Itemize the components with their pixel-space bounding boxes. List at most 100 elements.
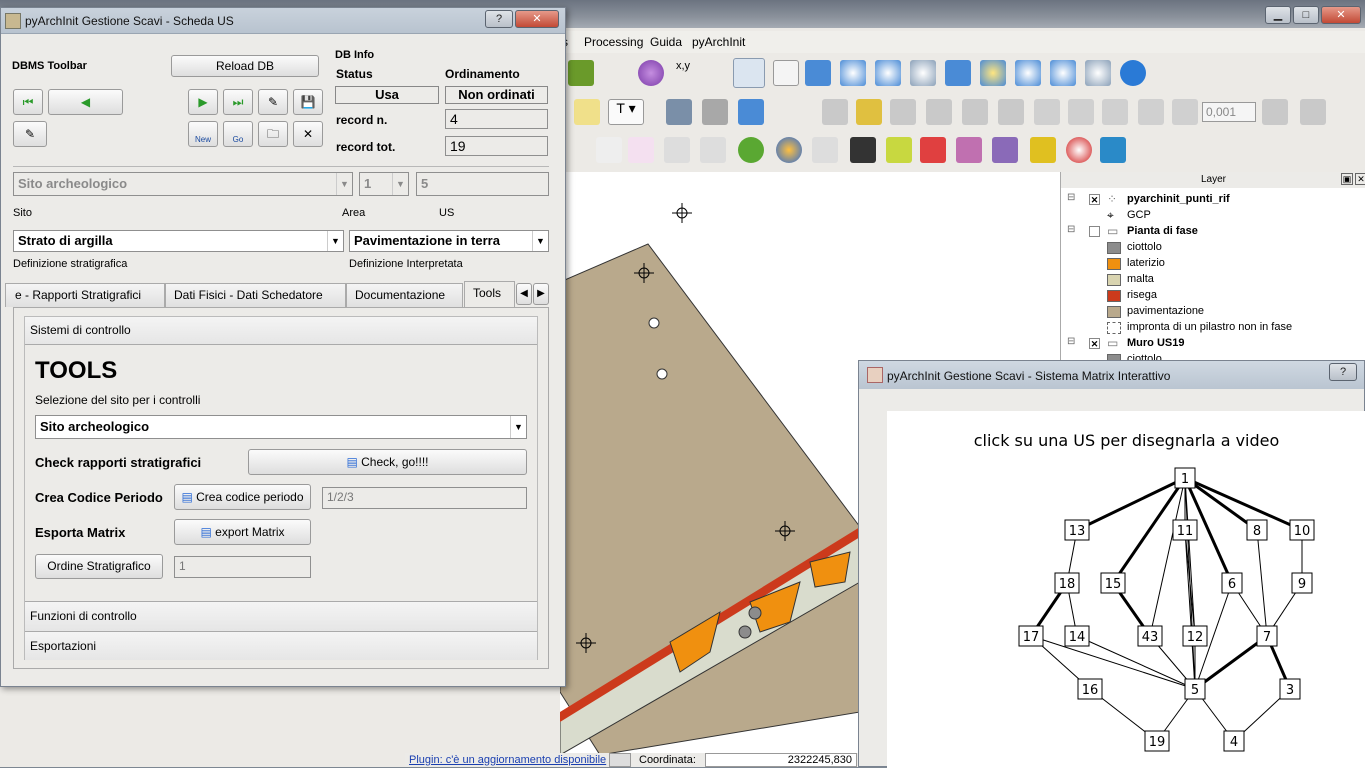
simplify-icon[interactable] — [1172, 99, 1198, 125]
close-panel-icon[interactable]: ✕ — [1355, 173, 1365, 185]
info-red-icon[interactable] — [1066, 137, 1092, 163]
crea-codice-button[interactable]: ▤ Crea codice periodo — [174, 484, 311, 510]
pan-hand-icon[interactable] — [773, 60, 799, 86]
info-globe-icon[interactable] — [776, 137, 802, 163]
zoom-full-icon[interactable] — [945, 60, 971, 86]
chevron-down-icon[interactable]: ▼ — [336, 173, 352, 195]
matrix-help-button[interactable]: ? — [1329, 363, 1357, 381]
delete-selected-icon[interactable] — [1034, 99, 1060, 125]
layer-properties-icon[interactable] — [666, 99, 692, 125]
matrix-node-us-13[interactable]: 13 — [1064, 519, 1090, 541]
tab-scroll-right-icon[interactable]: ▶ — [533, 283, 549, 305]
layer-item[interactable]: risega — [1065, 288, 1365, 304]
skeleton-icon[interactable] — [596, 137, 622, 163]
people-icon[interactable] — [664, 137, 690, 163]
save-edits-icon[interactable] — [890, 99, 916, 125]
tab-tools[interactable]: Tools — [464, 281, 515, 308]
edit-pencil-icon[interactable] — [822, 99, 848, 125]
matrix-node-us-4[interactable]: 4 — [1223, 730, 1245, 752]
gender-icon[interactable] — [628, 137, 654, 163]
digitize-icon[interactable] — [568, 60, 594, 86]
layer-item[interactable]: ⊟ ✕ ▭ Muro US19 — [1065, 336, 1365, 352]
ordine-field[interactable]: 1 — [174, 556, 311, 578]
matrix-node-us-16[interactable]: 16 — [1077, 678, 1103, 700]
save-icon[interactable]: 💾 — [293, 89, 323, 115]
chevron-down-icon[interactable]: ▼ — [510, 416, 526, 438]
delete-icon[interactable]: ✕ — [293, 121, 323, 147]
zoom-select-icon[interactable] — [733, 58, 765, 88]
matrix-node-us-43[interactable]: 43 — [1137, 625, 1163, 647]
curve-icon[interactable] — [812, 137, 838, 163]
export-matrix-button[interactable]: ▤ export Matrix — [174, 519, 311, 545]
minimize-button[interactable]: ▁ — [1265, 6, 1291, 24]
edit-record-icon[interactable]: ✎ — [258, 89, 288, 115]
layer-item[interactable]: ⌖ GCP — [1065, 208, 1365, 224]
add-feature-icon[interactable] — [702, 99, 728, 125]
split-icon[interactable] — [1300, 99, 1326, 125]
float-panel-icon[interactable]: ▣ — [1341, 173, 1353, 185]
layer-item[interactable]: pavimentazione — [1065, 304, 1365, 320]
tab-dati-fisici[interactable]: Dati Fisici - Dati Schedatore — [165, 283, 346, 307]
harris-matrix-graph[interactable]: 1 13 11 8 10 18 15 6 9 17 14 43 12 7 16 5 3 19 4 — [887, 411, 1365, 768]
matrix-node-us-19[interactable]: 19 — [1144, 730, 1170, 752]
matrix-node-us-5[interactable]: 5 — [1184, 678, 1206, 700]
matrix-node-us-8[interactable]: 8 — [1246, 519, 1268, 541]
package-icon[interactable] — [1100, 137, 1126, 163]
expand-icon[interactable]: ⊟ — [1067, 192, 1075, 203]
check-go-button[interactable]: ▤ Check, go!!!! — [248, 449, 527, 475]
report-icon[interactable]: ✎ — [13, 121, 47, 147]
layer-item[interactable]: ciottolo — [1065, 240, 1365, 256]
expand-icon[interactable]: ⊟ — [1067, 336, 1075, 347]
node-tool-icon[interactable] — [998, 99, 1024, 125]
tab-scroll-left-icon[interactable]: ◀ — [516, 283, 532, 305]
plugin-update-link[interactable]: Plugin: c'è un aggiornamento disponibile — [409, 754, 606, 766]
section-esportazioni-header[interactable]: Esportazioni — [25, 631, 537, 660]
folder-icon[interactable]: 🗀 — [258, 121, 288, 147]
chevron-down-icon[interactable]: ▼ — [532, 231, 548, 251]
next-record-icon[interactable]: ▶ — [188, 89, 218, 115]
matrix-node-us-15[interactable]: 15 — [1100, 572, 1126, 594]
database-icon[interactable] — [738, 99, 764, 125]
zoom-layer-icon[interactable] — [980, 60, 1006, 86]
zoom-selection-icon[interactable] — [1015, 60, 1041, 86]
pencil-icon[interactable] — [856, 99, 882, 125]
section-funzioni-header[interactable]: Funzioni di controllo — [25, 601, 537, 631]
record-tot-field[interactable]: 19 — [445, 136, 548, 156]
go-button[interactable]: Go — [223, 121, 253, 147]
document-icon[interactable] — [956, 137, 982, 163]
layer-visibility-checkbox[interactable] — [1089, 226, 1100, 237]
matrix-node-us-3[interactable]: 3 — [1279, 678, 1301, 700]
text-annotation-icon[interactable]: T ▾ — [608, 99, 644, 125]
zoom-in-icon[interactable] — [840, 60, 866, 86]
matrix-node-us-1[interactable]: 1 — [1174, 467, 1196, 489]
tolerance-input[interactable]: 0,001 — [1202, 102, 1256, 122]
matrix-node-us-14[interactable]: 14 — [1064, 625, 1090, 647]
coordinate-field[interactable]: 2322245,830 — [705, 753, 857, 767]
first-record-icon[interactable]: ⏮ — [13, 89, 43, 115]
prev-record-icon[interactable]: ◀ — [48, 89, 123, 115]
cursor-map-icon[interactable] — [886, 137, 912, 163]
refresh-icon[interactable] — [1120, 60, 1146, 86]
layer-visibility-checkbox[interactable]: ✕ — [1089, 338, 1100, 349]
zoom-next-icon[interactable] — [1085, 60, 1111, 86]
sito-combo[interactable]: Sito archeologico ▼ — [13, 172, 353, 196]
def-interpretata-combo[interactable]: Pavimentazione in terra ▼ — [349, 230, 549, 252]
menu-processing[interactable]: Processing — [584, 35, 643, 49]
copy-icon[interactable] — [1102, 99, 1128, 125]
layer-item[interactable]: laterizio — [1065, 256, 1365, 272]
layer-item[interactable]: ⊟ ✕ ⁘ pyarchinit_punti_rif — [1065, 192, 1365, 208]
layer-item[interactable]: ⊟ ▭ Pianta di fase — [1065, 224, 1365, 240]
animal-icon[interactable] — [700, 137, 726, 163]
def-stratigrafica-combo[interactable]: Strato di argilla ▼ — [13, 230, 344, 252]
expand-icon[interactable]: ⊟ — [1067, 224, 1075, 235]
add-ring-icon[interactable] — [1262, 99, 1288, 125]
xy-coordinate-icon[interactable]: x,y — [676, 60, 690, 72]
new-layer-icon[interactable] — [574, 99, 600, 125]
selezione-sito-combo[interactable]: Sito archeologico ▼ — [35, 415, 527, 439]
matrix-node-us-17[interactable]: 17 — [1018, 625, 1044, 647]
paste-icon[interactable] — [1138, 99, 1164, 125]
layer-item[interactable]: malta — [1065, 272, 1365, 288]
cut-icon[interactable] — [1068, 99, 1094, 125]
chevron-down-icon[interactable]: ▼ — [392, 173, 408, 195]
layer-visibility-checkbox[interactable]: ✕ — [1089, 194, 1100, 205]
